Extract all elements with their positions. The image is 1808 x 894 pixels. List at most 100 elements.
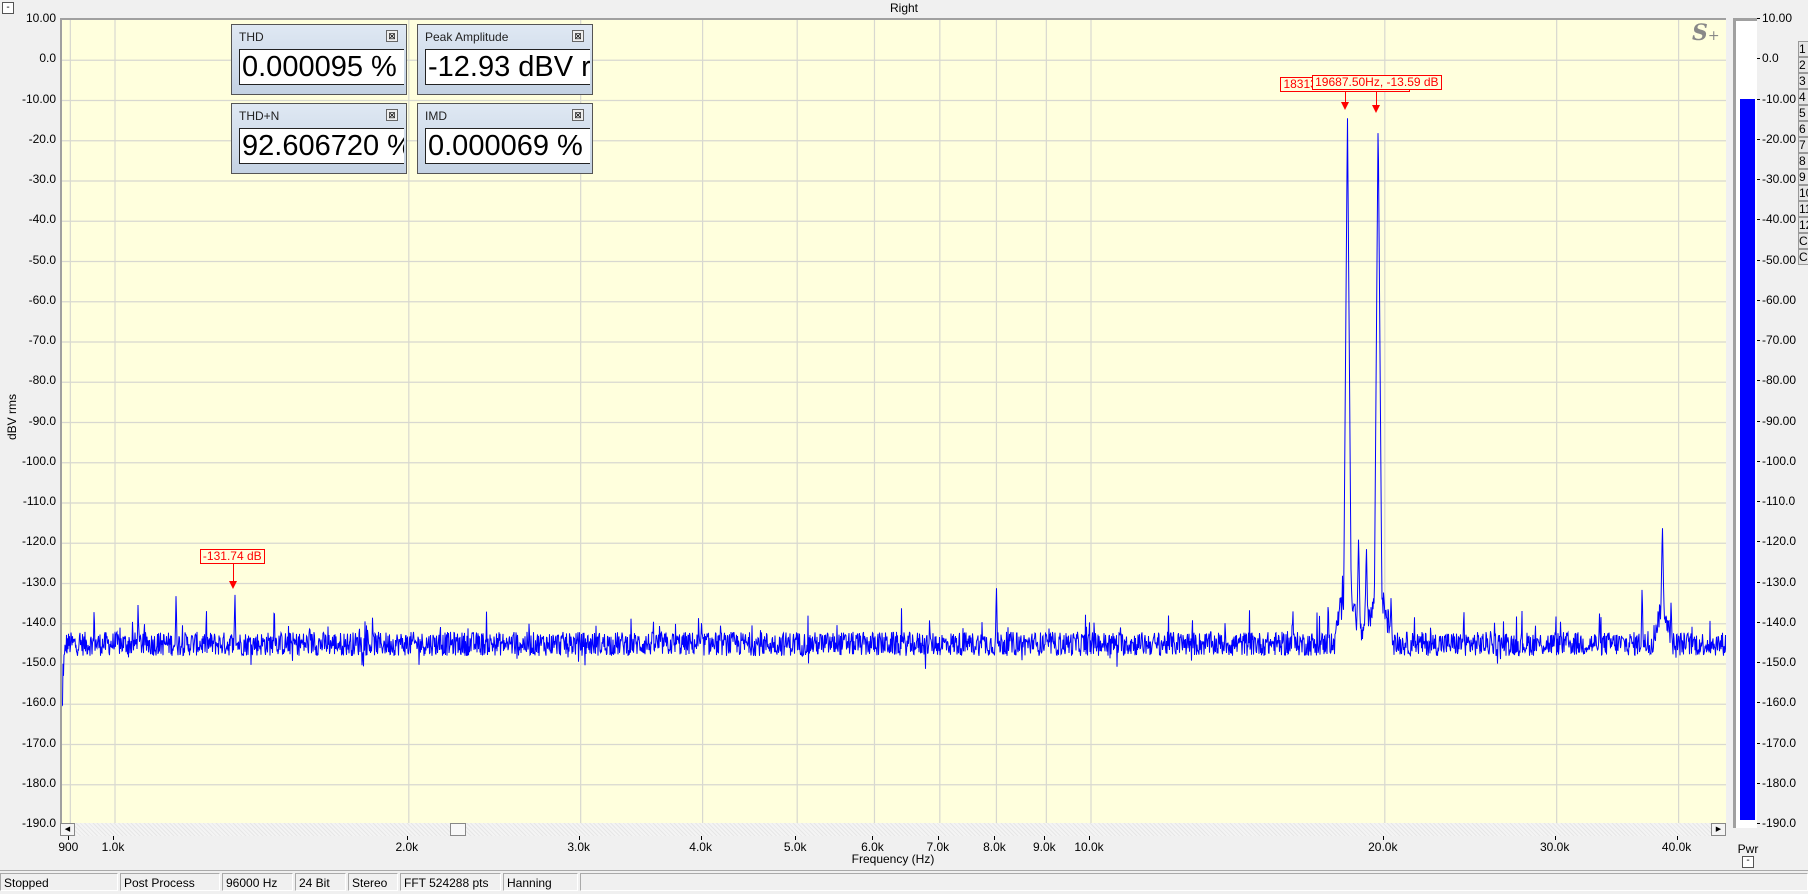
close-icon[interactable]: ⊠: [572, 109, 584, 121]
logo-plus: +: [1707, 28, 1720, 44]
meter-tick-label: -30.00: [1762, 172, 1797, 186]
meter-tick-label: -50.00: [1762, 252, 1797, 267]
meter-tick-label: -60.00: [1762, 292, 1797, 307]
status-cell: Post Process: [120, 873, 220, 891]
status-cell: Hanning: [503, 873, 578, 891]
marker-label: -131.74 dB: [199, 548, 265, 564]
measurement-panel-peak-amplitude: Peak Amplitude ⊠ -12.93 dBV r: [417, 24, 593, 95]
horizontal-scrollbar[interactable]: ◀ ▶: [60, 823, 1726, 836]
measurement-panel-thd-n: THD+N ⊠ 92.606720 %: [231, 103, 407, 174]
side-button-2[interactable]: 2: [1798, 57, 1808, 73]
side-button-9[interactable]: 9: [1798, 169, 1808, 185]
power-meter: [1733, 18, 1757, 828]
meter-tick-label: -190.0: [1762, 816, 1797, 830]
y-tick-label: -180.0: [21, 775, 56, 790]
panel-value: 92.606720 %: [239, 128, 404, 164]
side-button-C[interactable]: C: [1798, 249, 1808, 265]
meter-tick-label: -90.00: [1762, 413, 1797, 428]
panel-value: 0.000069 %: [425, 128, 590, 164]
meter-tick-label: -110.0: [1762, 494, 1796, 508]
meter-tick-mark: [1757, 823, 1760, 824]
meter-collapse-button[interactable]: -: [1742, 856, 1754, 868]
meter-tick-mark: [1757, 742, 1760, 744]
x-axis-label: Frequency (Hz): [851, 852, 935, 866]
scroll-thumb[interactable]: [450, 823, 466, 836]
meter-tick-mark: [1757, 702, 1760, 704]
marker-label: 19687.50Hz, -13.59 dB: [1312, 75, 1442, 90]
meter-tick-label: -170.0: [1762, 735, 1797, 750]
close-icon[interactable]: ⊠: [386, 30, 398, 42]
side-button-5[interactable]: 5: [1798, 105, 1808, 121]
measurement-panel-imd: IMD ⊠ 0.000069 %: [417, 103, 593, 174]
panel-value: -12.93 dBV r: [425, 49, 590, 85]
logo-text: S: [1692, 20, 1708, 46]
side-button-C[interactable]: C: [1798, 233, 1808, 249]
y-tick-label: -30.0: [28, 172, 56, 186]
meter-tick-label: -150.0: [1762, 655, 1797, 669]
y-tick-label: -40.0: [28, 212, 56, 227]
power-meter-fill: [1740, 98, 1755, 820]
marker-line: [232, 562, 234, 583]
meter-tick-label: 0.0: [1762, 51, 1779, 66]
meter-tick-mark: [1757, 581, 1760, 583]
meter-tick-mark: [1757, 259, 1760, 261]
logo: S+: [1692, 20, 1720, 46]
spectrum-trace: [62, 118, 1726, 707]
panel-value: 0.000095 %: [239, 49, 404, 85]
measurement-panel-thd: THD ⊠ 0.000095 %: [231, 24, 407, 95]
meter-tick-label: -20.00: [1762, 131, 1797, 146]
y-tick-label: -110.0: [22, 494, 56, 508]
marker-triangle-icon: [1341, 102, 1350, 111]
meter-tick-label: -10.00: [1762, 91, 1797, 106]
meter-tick-mark: [1757, 501, 1760, 502]
status-cell: 96000 Hz: [222, 873, 293, 891]
scroll-left-button[interactable]: ◀: [60, 823, 75, 836]
side-button-6[interactable]: 6: [1798, 121, 1808, 137]
y-tick-label: -190.0: [21, 816, 56, 830]
meter-tick-mark: [1757, 18, 1760, 19]
side-button-8[interactable]: 8: [1798, 153, 1808, 169]
status-cell: Stopped: [0, 873, 118, 891]
side-button-10[interactable]: 10: [1798, 185, 1808, 201]
y-tick-label: -150.0: [21, 655, 56, 669]
meter-tick-label: -70.00: [1762, 333, 1797, 347]
side-button-7[interactable]: 7: [1798, 137, 1808, 153]
y-tick-label: -60.0: [28, 292, 56, 307]
meter-tick-mark: [1757, 179, 1760, 180]
y-tick-label: -160.0: [21, 695, 56, 710]
meter-tick-mark: [1757, 98, 1760, 100]
y-tick-label: -20.0: [28, 131, 56, 146]
y-tick-label: -130.0: [21, 574, 56, 589]
y-tick-label: -140.0: [21, 614, 56, 629]
panel-title: THD+N: [239, 109, 280, 123]
y-tick-label: -170.0: [21, 735, 56, 750]
y-tick-label: -120.0: [21, 534, 56, 549]
meter-tick-mark: [1757, 219, 1760, 221]
panel-title: THD: [239, 30, 264, 44]
close-icon[interactable]: ⊠: [386, 109, 398, 121]
side-button-11[interactable]: 11: [1798, 201, 1808, 217]
y-tick-label: -70.0: [28, 333, 56, 347]
status-cell: 24 Bit: [295, 873, 346, 891]
status-cell: Stereo: [348, 873, 398, 891]
meter-tick-label: -40.00: [1762, 212, 1797, 227]
side-button-4[interactable]: 4: [1798, 89, 1808, 105]
meter-tick-mark: [1757, 541, 1760, 543]
meter-tick-mark: [1757, 420, 1760, 422]
panel-title: IMD: [425, 109, 447, 123]
side-button-12[interactable]: 12: [1798, 217, 1808, 233]
y-axis-label: dBV rms: [5, 394, 19, 441]
side-button-1[interactable]: 1: [1798, 41, 1808, 57]
meter-tick-mark: [1757, 621, 1760, 623]
y-tick-label: -10.00: [21, 91, 56, 106]
scroll-right-button[interactable]: ▶: [1711, 823, 1726, 836]
marker-triangle-icon: [1372, 104, 1381, 113]
y-tick-label: -80.0: [28, 373, 56, 388]
meter-tick-label: 10.00: [1762, 11, 1793, 25]
power-meter-label: Pwr: [1737, 842, 1759, 856]
meter-tick-mark: [1757, 340, 1760, 341]
status-cell: FFT 524288 pts: [400, 873, 501, 891]
side-button-3[interactable]: 3: [1798, 73, 1808, 89]
meter-tick-label: -100.0: [1762, 453, 1797, 468]
close-icon[interactable]: ⊠: [572, 30, 584, 42]
